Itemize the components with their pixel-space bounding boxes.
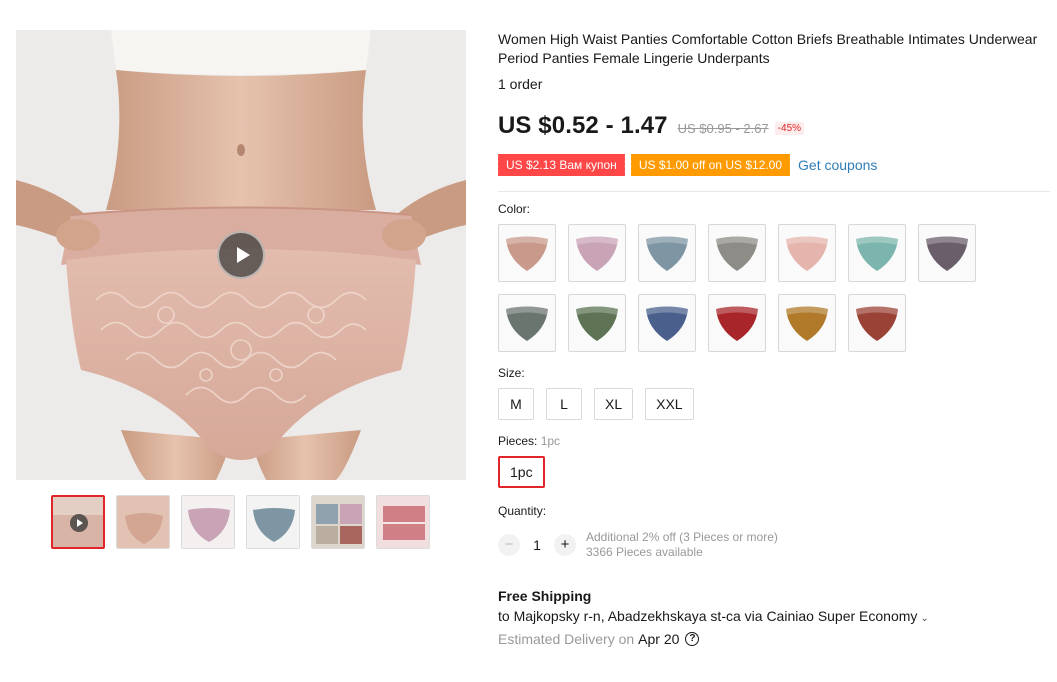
- discount-badge: -45%: [774, 122, 805, 135]
- size-label: Size:: [498, 366, 525, 380]
- thumbnail-image: [182, 496, 234, 548]
- thumbnail-2[interactable]: [116, 495, 170, 549]
- swatch-image: [506, 306, 548, 341]
- swatch-image: [646, 306, 688, 341]
- color-swatch-6[interactable]: [848, 224, 906, 282]
- product-title: Women High Waist Panties Comfortable Cot…: [498, 31, 1038, 66]
- color-swatch-12[interactable]: [778, 294, 836, 352]
- swatch-image: [506, 236, 548, 271]
- coupon-select[interactable]: US $1.00 off on US $12.00: [628, 154, 793, 176]
- color-swatches: [498, 224, 988, 352]
- quantity-label: Quantity:: [498, 504, 547, 518]
- coupon-store[interactable]: US $2.13 Вам купон: [496, 154, 627, 176]
- quantity-input[interactable]: [520, 537, 554, 553]
- estimated-delivery: Estimated Delivery on Apr 20 ?: [498, 631, 1050, 647]
- shipping-destination-text: to Majkopsky r-n, Abadzekhskaya st-ca vi…: [498, 608, 918, 624]
- play-icon: [236, 247, 250, 263]
- color-swatch-8[interactable]: [498, 294, 556, 352]
- delivery-date: Apr 20: [638, 631, 680, 647]
- size-options: M L XL XXL: [498, 388, 1050, 420]
- swatch-image: [786, 306, 828, 341]
- quantity-note: Additional 2% off (3 Pieces or more) 336…: [586, 530, 778, 560]
- current-price: US $0.52 - 1.47: [498, 112, 668, 139]
- pieces-label-text: Pieces:: [498, 434, 538, 448]
- swatch-image: [856, 306, 898, 341]
- size-option-l[interactable]: L: [546, 388, 582, 420]
- swatch-image: [856, 236, 898, 271]
- play-icon: [70, 514, 88, 532]
- thumbnail-6[interactable]: [376, 495, 430, 549]
- color-swatch-10[interactable]: [638, 294, 696, 352]
- quantity-decrease-button[interactable]: −: [498, 534, 520, 556]
- thumbnail-image: [117, 496, 169, 548]
- swatch-image: [926, 236, 968, 271]
- thumbnail-strip: [51, 495, 430, 549]
- swatch-image: [716, 236, 758, 271]
- help-icon[interactable]: ?: [685, 632, 700, 646]
- color-swatch-13[interactable]: [848, 294, 906, 352]
- get-coupons-link[interactable]: Get coupons: [798, 157, 877, 173]
- pieces-label: Pieces: 1pc: [498, 434, 1050, 448]
- thumbnail-image: [312, 496, 364, 548]
- play-video-button[interactable]: [217, 231, 265, 279]
- color-swatch-3[interactable]: [638, 224, 696, 282]
- estimated-delivery-label: Estimated Delivery on: [498, 631, 635, 647]
- thumbnail-3[interactable]: [181, 495, 235, 549]
- stock-available-text: 3366 Pieces available: [586, 545, 703, 559]
- coupons-row: US $2.13 Вам купон US $1.00 off on US $1…: [496, 154, 1050, 176]
- quantity-increase-button[interactable]: +: [554, 534, 576, 556]
- orders-count: 1 order: [498, 76, 543, 92]
- pieces-selected-text: 1pc: [540, 434, 561, 448]
- shipping-title: Free Shipping: [498, 588, 592, 604]
- thumbnail-image: [377, 496, 429, 548]
- size-option-m[interactable]: M: [498, 388, 534, 420]
- thumbnail-video[interactable]: [51, 495, 105, 549]
- size-option-xxl[interactable]: XXL: [645, 388, 694, 420]
- original-price: US $0.95 - 2.67: [677, 121, 769, 136]
- shipping-destination[interactable]: to Majkopsky r-n, Abadzekhskaya st-ca vi…: [498, 608, 1050, 624]
- quantity-stepper: − + Additional 2% off (3 Pieces or more)…: [498, 530, 1050, 560]
- pieces-options: 1pc: [498, 456, 1050, 488]
- color-swatch-2[interactable]: [568, 224, 626, 282]
- color-swatch-9[interactable]: [568, 294, 626, 352]
- thumbnail-image: [247, 496, 299, 548]
- thumbnail-5[interactable]: [311, 495, 365, 549]
- product-info: Women High Waist Panties Comfortable Cot…: [496, 30, 1050, 647]
- thumbnail-4[interactable]: [246, 495, 300, 549]
- swatch-image: [716, 306, 758, 341]
- swatch-image: [786, 236, 828, 271]
- swatch-image: [646, 236, 688, 271]
- color-swatch-5[interactable]: [778, 224, 836, 282]
- swatch-image: [576, 236, 618, 271]
- color-swatch-7[interactable]: [918, 224, 976, 282]
- size-option-xl[interactable]: XL: [594, 388, 634, 420]
- pieces-option-1pc[interactable]: 1pc: [498, 456, 545, 488]
- divider: [498, 191, 1050, 192]
- bulk-discount-text: Additional 2% off (3 Pieces or more): [586, 530, 778, 544]
- color-swatch-11[interactable]: [708, 294, 766, 352]
- swatch-image: [576, 306, 618, 341]
- color-swatch-1[interactable]: [498, 224, 556, 282]
- color-label: Color:: [498, 202, 531, 216]
- main-product-image[interactable]: [16, 30, 466, 480]
- color-swatch-4[interactable]: [708, 224, 766, 282]
- price-row: US $0.52 - 1.47 US $0.95 - 2.67 -45%: [498, 112, 1050, 140]
- chevron-down-icon: ⌄: [920, 613, 929, 624]
